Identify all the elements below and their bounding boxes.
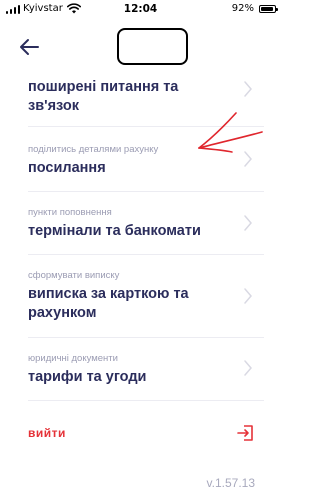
status-bar: Kyivstar 12:04 92%: [0, 0, 281, 20]
chevron-right-icon: [244, 215, 252, 231]
menu-item-statement[interactable]: сформувати виписку виписка за карткою та…: [28, 270, 264, 323]
menu-item-tariffs[interactable]: юридичні документи тарифи та угоди: [28, 353, 264, 387]
divider: [28, 400, 264, 401]
app-version: v.1.57.13: [206, 476, 255, 490]
back-arrow-icon[interactable]: [18, 36, 40, 58]
logout-button[interactable]: вийти: [28, 426, 66, 440]
chevron-right-icon: [244, 81, 252, 97]
annotation-arrow: [198, 112, 263, 153]
menu-item-title: термінали та банкомати: [28, 223, 201, 239]
menu-item-label: пункти поповнення: [28, 207, 112, 218]
battery-icon: [259, 5, 278, 13]
menu-item-title: посилання: [28, 160, 106, 176]
divider: [28, 254, 264, 255]
divider: [28, 191, 264, 192]
chevron-right-icon: [244, 288, 252, 304]
menu-item-title: поширені питання та зв'язок: [28, 79, 179, 114]
menu-item-label: юридичні документи: [28, 353, 118, 364]
menu-item-faq[interactable]: поширені питання та зв'язок: [28, 78, 264, 116]
chevron-right-icon: [244, 360, 252, 376]
battery-percent: 92%: [231, 3, 254, 14]
menu-item-title: виписка за карткою та рахунком: [28, 286, 189, 321]
divider: [28, 337, 264, 338]
menu-item-label: сформувати виписку: [28, 270, 120, 281]
logout-icon[interactable]: [237, 424, 255, 442]
menu-item-terminals[interactable]: пункти поповнення термінали та банкомати: [28, 207, 264, 241]
menu-item-title: тарифи та угоди: [28, 369, 147, 385]
redacted-title: [117, 28, 188, 65]
